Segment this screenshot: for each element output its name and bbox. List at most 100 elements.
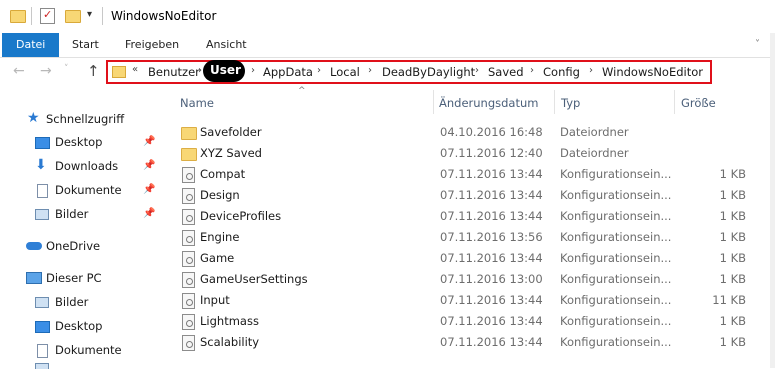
cell-size: 1 KB xyxy=(719,167,746,181)
breadcrumb-user[interactable]: User xyxy=(203,60,245,82)
cell-type: Konfigurationsein... xyxy=(560,335,672,349)
sidebar-item-desktop[interactable]: Desktop 📌 xyxy=(0,133,170,153)
table-row[interactable]: Compat 07.11.2016 13:44 Konfigurationsein.… xyxy=(178,164,775,185)
cell-name: GameUserSettings xyxy=(200,272,308,286)
pin-icon[interactable]: 📌 xyxy=(143,184,155,195)
back-arrow-icon[interactable]: ← xyxy=(13,63,25,79)
sidebar-item-quick-access[interactable]: ★ Schnellzugriff xyxy=(0,110,170,130)
expand-ribbon-icon[interactable]: ˅ xyxy=(755,33,760,57)
sidebar-item-pc-desktop[interactable]: Desktop xyxy=(0,317,170,337)
breadcrumb-benutzer[interactable]: Benutzer xyxy=(148,65,200,79)
sidebar-item-pc-bilder[interactable]: Bilder xyxy=(0,293,170,313)
cell-date: 07.11.2016 13:00 xyxy=(440,272,543,286)
breadcrumb-separator-icon[interactable]: › xyxy=(198,65,202,76)
cell-type: Konfigurationsein... xyxy=(560,314,672,328)
table-row[interactable]: XYZ Saved 07.11.2016 12:40 Dateiordner xyxy=(178,143,775,164)
breadcrumb-windowsnoeditor[interactable]: WindowsNoEditor xyxy=(602,65,703,79)
breadcrumb-separator-icon[interactable]: › xyxy=(368,65,372,76)
cell-name: XYZ Saved xyxy=(200,146,262,160)
cell-size: 1 KB xyxy=(719,335,746,349)
config-file-icon xyxy=(182,293,195,309)
breadcrumb-separator-icon[interactable]: › xyxy=(530,65,534,76)
new-folder-icon[interactable] xyxy=(65,10,81,23)
folder-icon[interactable] xyxy=(10,10,26,23)
divider xyxy=(31,7,32,25)
cell-size: 1 KB xyxy=(719,272,746,286)
column-header-date[interactable]: Änderungsdatum xyxy=(439,96,538,110)
table-row[interactable]: Design 07.11.2016 13:44 Konfigurationsein.… xyxy=(178,185,775,206)
table-row[interactable]: GameUserSettings 07.11.2016 13:00 Konfigur… xyxy=(178,269,775,290)
cell-date: 07.11.2016 13:56 xyxy=(440,230,543,244)
download-arrow-icon: ⬇ xyxy=(35,157,47,173)
cell-type: Konfigurationsein... xyxy=(560,272,672,286)
quick-access-toolbar-dropdown-icon[interactable]: ▾ xyxy=(87,9,92,20)
cell-type: Konfigurationsein... xyxy=(560,209,672,223)
sidebar-item-pc-dokumente[interactable]: Dokumente xyxy=(0,341,170,361)
ribbon-tabs: Datei Start Freigeben Ansicht ˅ xyxy=(0,33,775,58)
tab-datei[interactable]: Datei xyxy=(2,33,60,57)
folder-icon xyxy=(181,148,197,161)
breadcrumb-local[interactable]: Local xyxy=(330,65,360,79)
tab-freigeben[interactable]: Freigeben xyxy=(125,33,179,57)
table-row[interactable]: Input 07.11.2016 13:44 Konfigurationsein..… xyxy=(178,290,775,311)
pin-icon[interactable]: 📌 xyxy=(143,208,155,219)
properties-icon[interactable]: ✓ xyxy=(40,8,55,24)
table-row[interactable]: Scalability 07.11.2016 13:44 Konfiguration… xyxy=(178,332,775,353)
sidebar-item-bilder[interactable]: Bilder 📌 xyxy=(0,205,170,225)
cell-date: 07.11.2016 13:44 xyxy=(440,314,543,328)
breadcrumb-separator-icon[interactable]: › xyxy=(589,65,593,76)
cell-name: Design xyxy=(200,188,240,202)
cell-date: 07.11.2016 13:44 xyxy=(440,188,543,202)
recent-locations-icon[interactable]: ˅ xyxy=(64,64,69,74)
table-row[interactable]: Engine 07.11.2016 13:56 Konfigurationsein.… xyxy=(178,227,775,248)
column-divider[interactable] xyxy=(674,90,675,114)
table-row[interactable]: Game 07.11.2016 13:44 Konfigurationsein...… xyxy=(178,248,775,269)
cell-date: 07.11.2016 13:44 xyxy=(440,209,543,223)
tab-start[interactable]: Start xyxy=(72,33,99,57)
cell-type: Konfigurationsein... xyxy=(560,230,672,244)
table-row[interactable]: Savefolder 04.10.2016 16:48 Dateiordner xyxy=(178,122,775,143)
sidebar-item-dokumente[interactable]: Dokumente 📌 xyxy=(0,181,170,201)
table-row[interactable]: Lightmass 07.11.2016 13:44 Konfigurationse… xyxy=(178,311,775,332)
cell-size: 1 KB xyxy=(719,314,746,328)
cell-type: Konfigurationsein... xyxy=(560,188,672,202)
breadcrumb-appdata[interactable]: AppData xyxy=(263,65,313,79)
divider xyxy=(102,7,103,25)
cell-name: Game xyxy=(200,251,235,265)
overflow-icon[interactable]: « xyxy=(132,64,138,75)
config-file-icon xyxy=(182,335,195,351)
table-row[interactable]: DeviceProfiles 07.11.2016 13:44 Konfigurat… xyxy=(178,206,775,227)
music-icon xyxy=(35,363,49,369)
up-arrow-icon[interactable]: ↑ xyxy=(87,62,100,80)
config-file-icon xyxy=(182,209,195,225)
cell-date: 07.11.2016 13:44 xyxy=(440,251,543,265)
pictures-icon xyxy=(35,297,49,308)
column-divider[interactable] xyxy=(433,90,434,114)
pin-icon[interactable]: 📌 xyxy=(143,160,155,171)
address-bar[interactable]: « Benutzer › User › AppData › Local › De… xyxy=(106,60,712,84)
breadcrumb-separator-icon[interactable]: › xyxy=(317,65,321,76)
scrollbar[interactable] xyxy=(770,33,775,368)
column-divider[interactable] xyxy=(554,90,555,114)
cell-size: 1 KB xyxy=(719,209,746,223)
breadcrumb-separator-icon[interactable]: › xyxy=(251,65,255,76)
breadcrumb-saved[interactable]: Saved xyxy=(488,65,524,79)
tab-ansicht[interactable]: Ansicht xyxy=(206,33,247,57)
cell-size: 11 KB xyxy=(712,293,746,307)
sort-ascending-icon: ^ xyxy=(298,86,306,96)
breadcrumb-separator-icon[interactable]: › xyxy=(475,65,479,76)
cell-size: 1 KB xyxy=(719,251,746,265)
sidebar-item-onedrive[interactable]: OneDrive xyxy=(0,237,170,257)
pin-icon[interactable]: 📌 xyxy=(143,136,155,147)
sidebar-item-dieser-pc[interactable]: Dieser PC xyxy=(0,269,170,289)
forward-arrow-icon[interactable]: → xyxy=(40,63,52,79)
column-header-type[interactable]: Typ xyxy=(561,96,580,110)
column-header-name[interactable]: Name xyxy=(180,96,214,110)
sidebar-item-downloads[interactable]: ⬇ Downloads 📌 xyxy=(0,157,170,177)
desktop-icon xyxy=(35,321,50,333)
cloud-icon xyxy=(26,242,42,250)
breadcrumb-config[interactable]: Config xyxy=(543,65,580,79)
column-header-size[interactable]: Größe xyxy=(681,96,716,110)
config-file-icon xyxy=(182,251,195,267)
breadcrumb-deadbydaylight[interactable]: DeadByDaylight xyxy=(382,65,475,79)
